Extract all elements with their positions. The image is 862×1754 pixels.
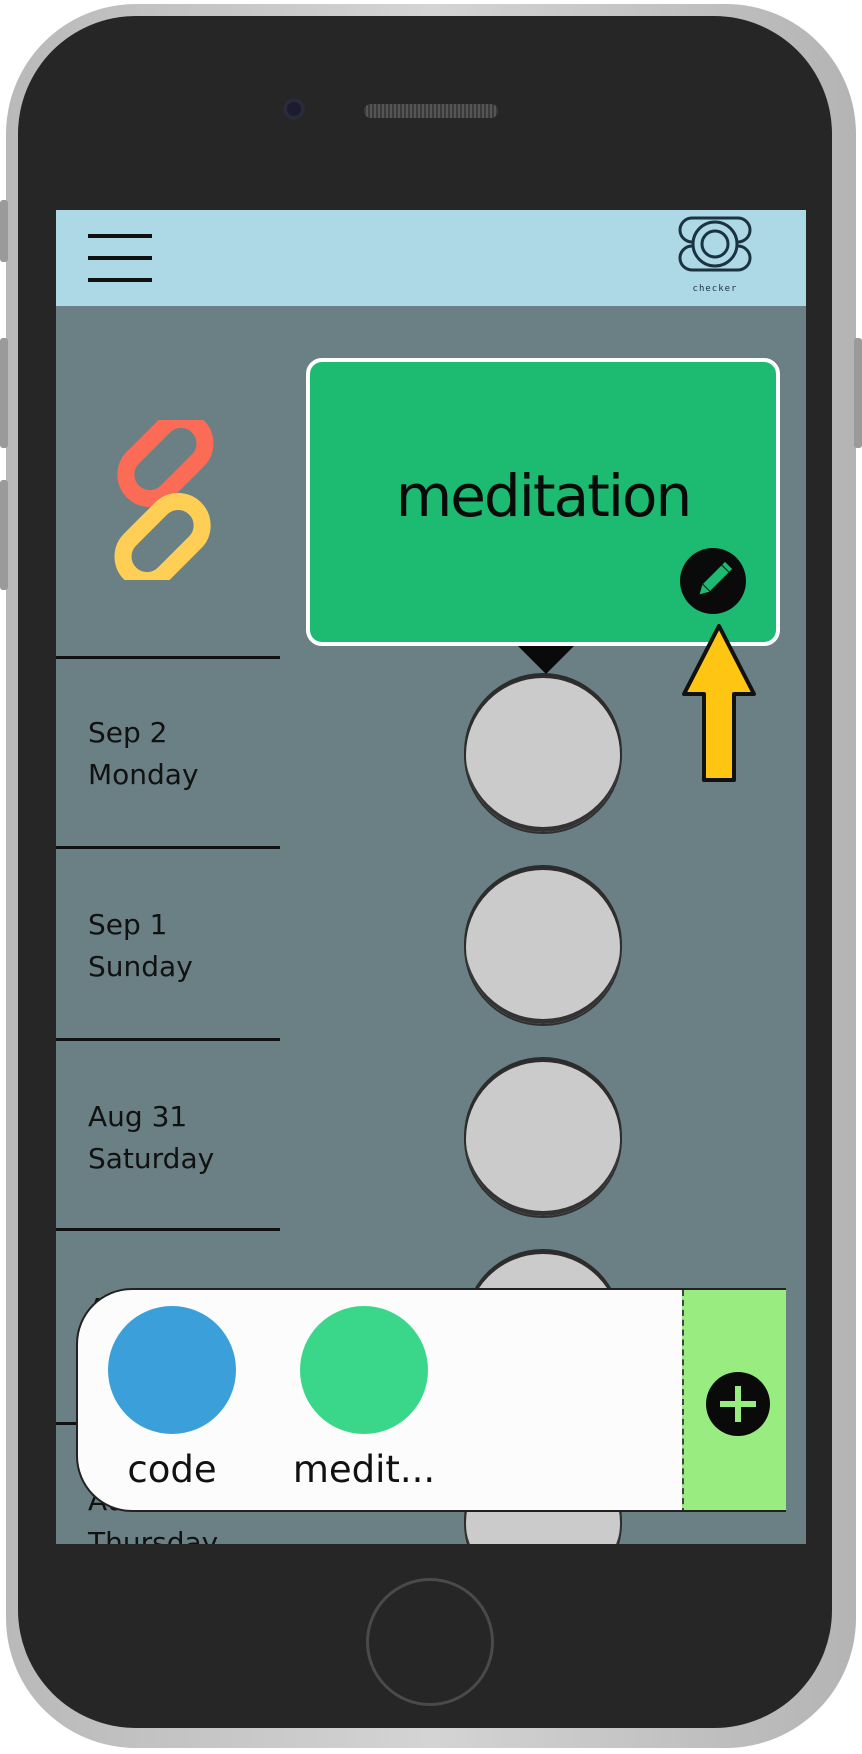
app-logo: checker [674,212,756,302]
date-divider [56,1228,280,1231]
date-divider [56,846,280,849]
tooltip-pointer [514,642,578,674]
home-button [366,1578,494,1706]
top-bar: checker [56,210,806,306]
date-divider [56,656,280,659]
day-check-circle[interactable] [464,1060,622,1218]
menu-icon[interactable] [88,234,152,284]
habit-label: medit... [292,1448,436,1491]
weekday-label: Thursday [88,1526,219,1544]
day-check-circle[interactable] [464,676,622,834]
volume-down-button [0,480,8,590]
earpiece-speaker [364,104,498,118]
date-label: Aug 31 [88,1100,188,1133]
date-row: Sep 1 Sunday [88,904,193,988]
habit-code-circle[interactable] [108,1306,236,1434]
front-camera [283,98,305,120]
habit-tray: code medit... [76,1288,786,1512]
date-label: Sep 1 [88,908,168,941]
date-row: Aug 31 Saturday [88,1096,214,1180]
app-screen: checker Sep 2 Monday Sep 1 Sunday Aug 31… [56,210,806,1544]
date-row: Sep 2 Monday [88,712,199,796]
weekday-label: Monday [88,758,199,791]
add-habit-button[interactable] [706,1372,770,1436]
habit-title: meditation [395,462,693,530]
date-label: Sep 2 [88,716,168,749]
mute-switch [0,200,8,262]
weekday-label: Sunday [88,950,193,983]
habit-label: code [127,1448,217,1491]
logo-icon [678,216,752,272]
logo-text: checker [692,284,738,294]
date-divider [56,1038,280,1041]
weekday-label: Saturday [88,1142,215,1175]
edit-habit-button[interactable] [680,548,746,614]
day-check-circle[interactable] [464,868,622,1026]
link-icon [114,420,214,580]
volume-up-button [0,338,8,448]
add-habit-panel [682,1290,786,1510]
pencil-icon [699,561,733,595]
habit-meditation-circle[interactable] [300,1306,428,1434]
power-button [854,338,862,448]
arrow-up-icon [682,624,756,782]
